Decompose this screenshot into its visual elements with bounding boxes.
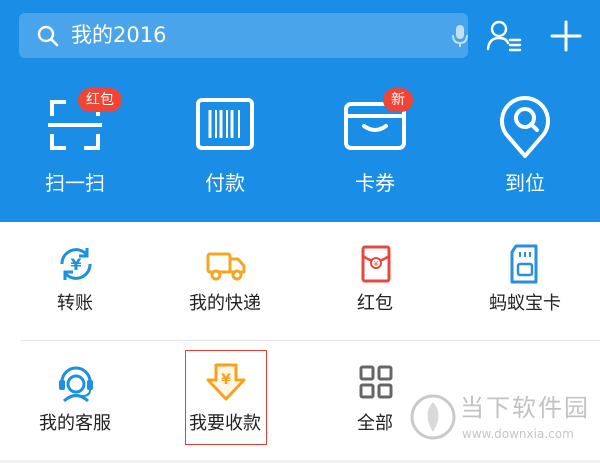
grid-item-red-envelope[interactable]: ¥ 红包 (300, 222, 450, 342)
row-divider (20, 340, 600, 341)
grid-item-transfer[interactable]: ¥ 转账 (0, 222, 150, 342)
grid-label-customer-service: 我的客服 (39, 413, 111, 434)
plus-icon[interactable] (548, 18, 584, 54)
quick-checkin-button[interactable]: 到位 (450, 90, 600, 210)
quick-coupons-button[interactable]: 新 卡券 (300, 88, 450, 210)
search-input[interactable]: 我的2016 (71, 22, 166, 49)
microphone-icon[interactable] (451, 24, 469, 48)
grid-label-my-delivery: 我的快递 (189, 293, 261, 314)
transfer-icon: ¥ (60, 248, 92, 280)
header-bar: 我的2016 红包 扫一扫 付款 新 卡券 到位 (0, 0, 600, 222)
new-badge: 新 (383, 88, 413, 112)
location-pin-icon (500, 96, 550, 158)
highlight-box (185, 350, 267, 445)
svg-text:¥: ¥ (374, 260, 379, 268)
contacts-icon[interactable] (486, 18, 522, 54)
grid-item-ant-card[interactable]: 蚂蚁宝卡 (450, 222, 600, 342)
watermark: 当下软件园 www.downxia.com (410, 388, 595, 448)
grid-label-transfer: 转账 (57, 293, 93, 314)
quick-coupons-label: 卡券 (355, 171, 395, 195)
search-icon (37, 25, 59, 47)
grid-item-customer-service[interactable]: 我的客服 (0, 342, 150, 462)
red-packet-badge: 红包 (78, 88, 122, 112)
delivery-truck-icon (206, 252, 246, 281)
grid-label-red-envelope: 红包 (357, 293, 393, 314)
watermark-url: www.downxia.com (462, 427, 574, 441)
watermark-title: 当下软件园 (460, 394, 590, 422)
grid-label-ant-card: 蚂蚁宝卡 (489, 293, 561, 314)
quick-pay-label: 付款 (205, 171, 245, 195)
watermark-logo-icon (410, 394, 456, 440)
customer-service-icon (59, 366, 93, 402)
all-apps-icon (359, 365, 393, 399)
barcode-icon (196, 98, 254, 150)
quick-scan-label: 扫一扫 (45, 171, 105, 195)
search-bar[interactable]: 我的2016 (19, 13, 468, 58)
grid-item-my-delivery[interactable]: 我的快递 (150, 222, 300, 342)
sim-card-icon (510, 244, 538, 284)
svg-text:¥: ¥ (70, 255, 81, 274)
quick-scan-button[interactable]: 红包 扫一扫 (0, 88, 150, 210)
quick-checkin-label: 到位 (505, 171, 545, 195)
red-envelope-icon: ¥ (361, 245, 391, 283)
quick-pay-button[interactable]: 付款 (150, 90, 300, 210)
